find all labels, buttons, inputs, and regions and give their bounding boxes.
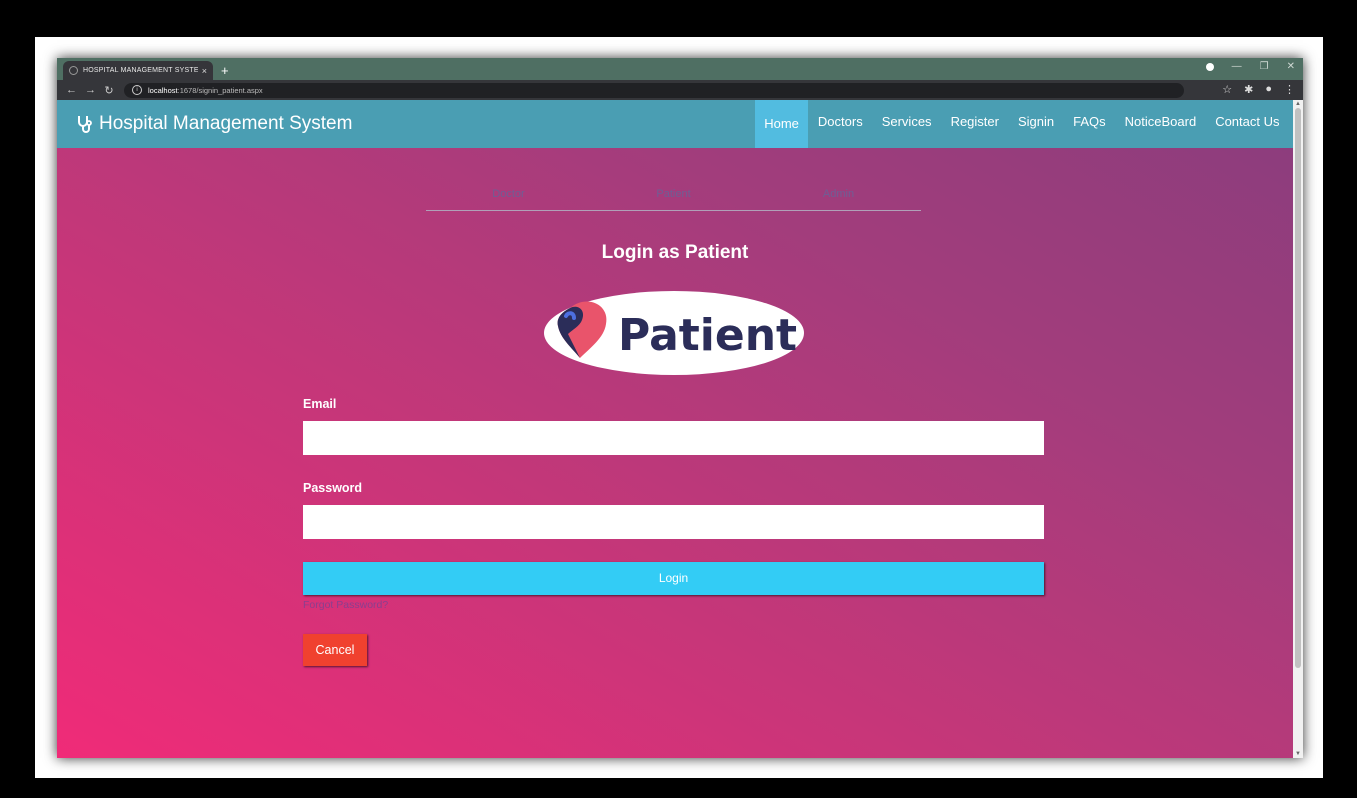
forgot-password-link[interactable]: Forgot Password?: [303, 599, 388, 611]
page-scrollbar[interactable]: ▲ ▼: [1293, 100, 1303, 758]
nav-links: Home Doctors Services Register Signin FA…: [754, 100, 1289, 148]
tab-patient[interactable]: Patient: [591, 188, 756, 210]
nav-register[interactable]: Register: [941, 100, 1008, 148]
menu-icon[interactable]: ⋮: [1284, 83, 1295, 96]
logo-text: Patient: [618, 310, 797, 361]
nav-home[interactable]: Home: [754, 100, 809, 148]
star-icon[interactable]: ☆: [1222, 83, 1232, 96]
stethoscope-icon: [78, 116, 92, 133]
window-controls: — ❐ ✕: [1205, 61, 1295, 72]
close-icon[interactable]: ×: [202, 66, 207, 76]
password-label: Password: [303, 481, 363, 495]
tab-admin[interactable]: Admin: [756, 188, 921, 210]
nav-signin[interactable]: Signin: [1008, 100, 1063, 148]
scrollbar-thumb[interactable]: [1295, 108, 1301, 668]
profile-dot-icon[interactable]: [1205, 62, 1214, 71]
nav-contact-us[interactable]: Contact Us: [1206, 100, 1289, 148]
info-icon[interactable]: i: [132, 85, 142, 95]
login-button[interactable]: Login: [303, 562, 1044, 595]
nav-faqs[interactable]: FAQs: [1064, 100, 1116, 148]
forward-icon[interactable]: →: [85, 84, 96, 96]
tab-bar: HOSPITAL MANAGEMENT SYSTE × + — ❐ ✕: [57, 58, 1303, 80]
cancel-button[interactable]: Cancel: [303, 634, 367, 666]
tab-title: HOSPITAL MANAGEMENT SYSTE: [83, 67, 198, 74]
page-title: Login as Patient: [601, 242, 749, 263]
scroll-up-icon[interactable]: ▲: [1295, 101, 1301, 107]
nav-noticeboard[interactable]: NoticeBoard: [1115, 100, 1206, 148]
nav-doctors[interactable]: Doctors: [808, 100, 872, 148]
role-tabs: Doctor Patient Admin: [426, 188, 921, 211]
page-content: Hospital Management System Home Doctors …: [57, 100, 1293, 758]
globe-icon: [69, 66, 78, 75]
brand-title: Hospital Management System: [99, 113, 353, 134]
restore-icon[interactable]: ❐: [1260, 61, 1269, 72]
email-label: Email: [303, 397, 337, 411]
tab-doctor[interactable]: Doctor: [426, 188, 591, 210]
password-field[interactable]: [303, 505, 1044, 539]
close-window-icon[interactable]: ✕: [1287, 61, 1295, 72]
minimize-icon[interactable]: —: [1232, 61, 1242, 72]
account-icon[interactable]: ●: [1265, 83, 1272, 96]
toolbar-actions: ☆ ✱ ● ⋮: [1222, 83, 1295, 96]
scroll-down-icon[interactable]: ▼: [1295, 751, 1301, 757]
email-field[interactable]: [303, 421, 1044, 455]
patient-logo: Patient: [544, 291, 804, 375]
url-host: localhost: [148, 85, 178, 95]
browser-tab[interactable]: HOSPITAL MANAGEMENT SYSTE ×: [63, 61, 213, 80]
extensions-icon[interactable]: ✱: [1244, 83, 1253, 96]
nav-services[interactable]: Services: [872, 100, 941, 148]
url-input[interactable]: i localhost :1678/signin_patient.aspx: [124, 82, 1184, 98]
brand[interactable]: Hospital Management System: [75, 113, 352, 135]
reload-icon[interactable]: ↻: [104, 84, 114, 97]
back-icon[interactable]: ←: [66, 84, 77, 96]
address-bar: ← → ↻ i localhost :1678/signin_patient.a…: [57, 80, 1303, 100]
browser-window: HOSPITAL MANAGEMENT SYSTE × + — ❐ ✕ ← → …: [57, 58, 1303, 758]
new-tab-button[interactable]: +: [221, 61, 229, 80]
url-path: :1678/signin_patient.aspx: [177, 85, 263, 95]
site-navbar: Hospital Management System Home Doctors …: [57, 100, 1293, 148]
